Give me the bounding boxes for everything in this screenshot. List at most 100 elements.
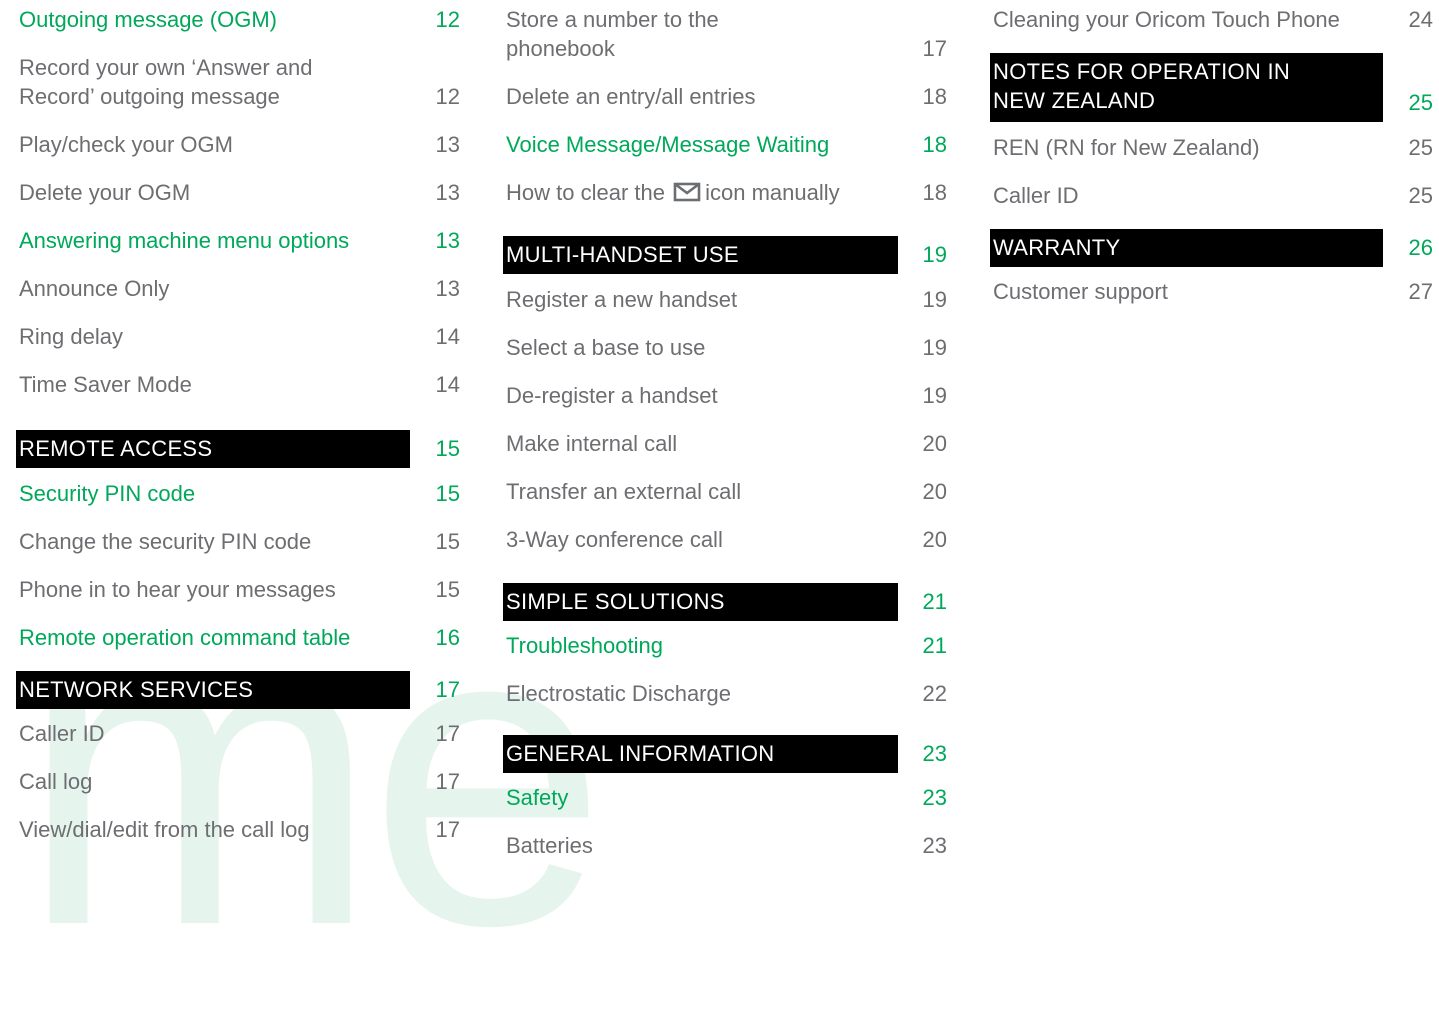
toc-entry-text: Ring delay	[19, 324, 123, 349]
toc-entry-text: View/dial/edit from the call log	[19, 817, 310, 842]
toc-page-number: 21	[922, 633, 947, 658]
toc-page-number: 14	[435, 372, 460, 397]
toc-entry-text: Delete an entry/all entries	[506, 84, 756, 109]
toc-entry-title: REN (RN for New Zealand)	[993, 133, 1260, 162]
toc-page-number: 12	[435, 7, 460, 32]
toc-page-number: 22	[922, 681, 947, 706]
toc-entry-title: Announce Only	[19, 274, 169, 303]
toc-page-number: 13	[435, 180, 460, 205]
toc-entry: Caller ID 17	[16, 719, 466, 749]
toc-page-number: 19	[922, 335, 947, 360]
toc-section-header: MULTI-HANDSET USE 19	[503, 236, 953, 274]
toc-entry-text: Store a number to the	[506, 7, 719, 32]
toc-entry: Batteries 23	[503, 831, 953, 861]
toc-entry: REN (RN for New Zealand) 25	[990, 133, 1439, 163]
toc-entry: Make internal call 20	[503, 429, 953, 459]
toc-entry-text: NOTES FOR OPERATION IN	[993, 59, 1291, 84]
toc-entry-title: Make internal call	[506, 429, 677, 458]
toc-entry-title: Delete an entry/all entries	[506, 82, 755, 111]
toc-entry-text-after: icon manually	[705, 180, 840, 205]
toc-entry-text: Batteries	[506, 833, 593, 858]
toc-entry-title: Remote operation command table	[19, 623, 350, 652]
toc-page-number: 17	[922, 36, 947, 61]
toc-page-number: 24	[1408, 7, 1433, 32]
toc-entry-title: Caller ID	[993, 181, 1079, 210]
toc-entry: Caller ID 25	[990, 181, 1439, 211]
toc-page-number: 18	[922, 132, 947, 157]
toc-page-number: 25	[1408, 183, 1433, 208]
toc-page-number: 15	[435, 436, 460, 461]
toc-section-header: REMOTE ACCESS 15	[16, 430, 466, 468]
toc-entry-title: SIMPLE SOLUTIONS	[506, 587, 725, 616]
toc-entry: Security PIN code 15	[16, 479, 466, 509]
toc-entry-text-line2: phonebook	[506, 36, 615, 61]
toc-entry-title: MULTI-HANDSET USE	[506, 240, 739, 269]
toc-entry-title: Phone in to hear your messages	[19, 575, 336, 604]
toc-entry: How to clear the icon manually 18	[503, 178, 953, 208]
toc-page-number: 18	[922, 84, 947, 109]
toc-entry: Call log 17	[16, 767, 466, 797]
toc-entry-title: How to clear the icon manually	[506, 178, 840, 207]
toc-entry: Phone in to hear your messages 15	[16, 575, 466, 605]
toc-entry-title: Ring delay	[19, 322, 123, 351]
toc-entry-text: Make internal call	[506, 431, 678, 456]
toc-entry-title: NETWORK SERVICES	[19, 675, 253, 704]
envelope-icon	[673, 182, 701, 202]
toc-entry-text: Troubleshooting	[506, 633, 663, 658]
toc-entry-text: Voice Message/Message Waiting	[506, 132, 830, 157]
toc-entry: Voice Message/Message Waiting 18	[503, 130, 953, 160]
toc-section-header: SIMPLE SOLUTIONS 21	[503, 583, 953, 621]
toc-entry-text: Call log	[19, 769, 93, 794]
toc-entry-title: WARRANTY	[993, 233, 1120, 262]
toc-entry: Ring delay 14	[16, 322, 466, 352]
toc-page-number: 27	[1408, 279, 1433, 304]
toc-entry-title: View/dial/edit from the call log	[19, 815, 310, 844]
toc-entry-text: Delete your OGM	[19, 180, 191, 205]
toc-page-number: 23	[922, 785, 947, 810]
toc-entry-title: Time Saver Mode	[19, 370, 192, 399]
toc-entry: Troubleshooting 21	[503, 631, 953, 661]
toc-entry: Answering machine menu options 13	[16, 226, 466, 256]
toc-entry: Safety 23	[503, 783, 953, 813]
toc-entry-title: Answering machine menu options	[19, 226, 349, 255]
toc-entry-text: Electrostatic Discharge	[506, 681, 731, 706]
toc-entry-title: Customer support	[993, 277, 1168, 306]
toc-entry-text: 3-Way conference call	[506, 527, 723, 552]
toc-section-header: NOTES FOR OPERATION IN NEW ZEALAND 25	[990, 53, 1439, 122]
toc-entry: Outgoing message (OGM) 12	[16, 5, 466, 35]
toc-page-number: 23	[922, 741, 947, 766]
toc-entry: Change the security PIN code 15	[16, 527, 466, 557]
toc-entry-text: Time Saver Mode	[19, 372, 192, 397]
toc-page-number: 12	[435, 84, 460, 109]
toc-entry: Customer support 27	[990, 277, 1439, 307]
toc-page-number: 13	[435, 228, 460, 253]
toc-entry: Play/check your OGM 13	[16, 130, 466, 160]
toc-page-number: 14	[435, 324, 460, 349]
toc-entry: Remote operation command table 16	[16, 623, 466, 653]
toc-entry-title: Voice Message/Message Waiting	[506, 130, 829, 159]
toc-entry: Select a base to use 19	[503, 333, 953, 363]
toc-entry-title: Change the security PIN code	[19, 527, 311, 556]
toc-entry: Announce Only 13	[16, 274, 466, 304]
toc-page-number: 15	[435, 481, 460, 506]
toc-entry-title: Delete your OGM	[19, 178, 190, 207]
toc-entry-title: 3-Way conference call	[506, 525, 723, 554]
toc-entry: Transfer an external call 20	[503, 477, 953, 507]
toc-entry-text: Register a new handset	[506, 287, 738, 312]
toc-entry-title: REMOTE ACCESS	[19, 434, 212, 463]
toc-entry: View/dial/edit from the call log 17	[16, 815, 466, 845]
toc-entry-text: Security PIN code	[19, 481, 196, 506]
toc-entry-text: Outgoing message (OGM)	[19, 7, 277, 32]
toc-entry-text: Customer support	[993, 279, 1168, 304]
toc-section-header: NETWORK SERVICES 17	[16, 671, 466, 709]
toc-page-number: 20	[922, 431, 947, 456]
toc-entry-text: Safety	[506, 785, 569, 810]
toc-section-header: WARRANTY 26	[990, 229, 1439, 267]
toc-page-number: 19	[922, 287, 947, 312]
toc-entry-text: MULTI-HANDSET USE	[506, 242, 739, 267]
toc-entry-title: Call log	[19, 767, 92, 796]
toc-entry-text: NETWORK SERVICES	[19, 677, 254, 702]
toc-page-number: 19	[922, 242, 947, 267]
toc-entry-text: How to clear the	[506, 180, 665, 205]
toc-entry-title: Outgoing message (OGM)	[19, 5, 277, 34]
